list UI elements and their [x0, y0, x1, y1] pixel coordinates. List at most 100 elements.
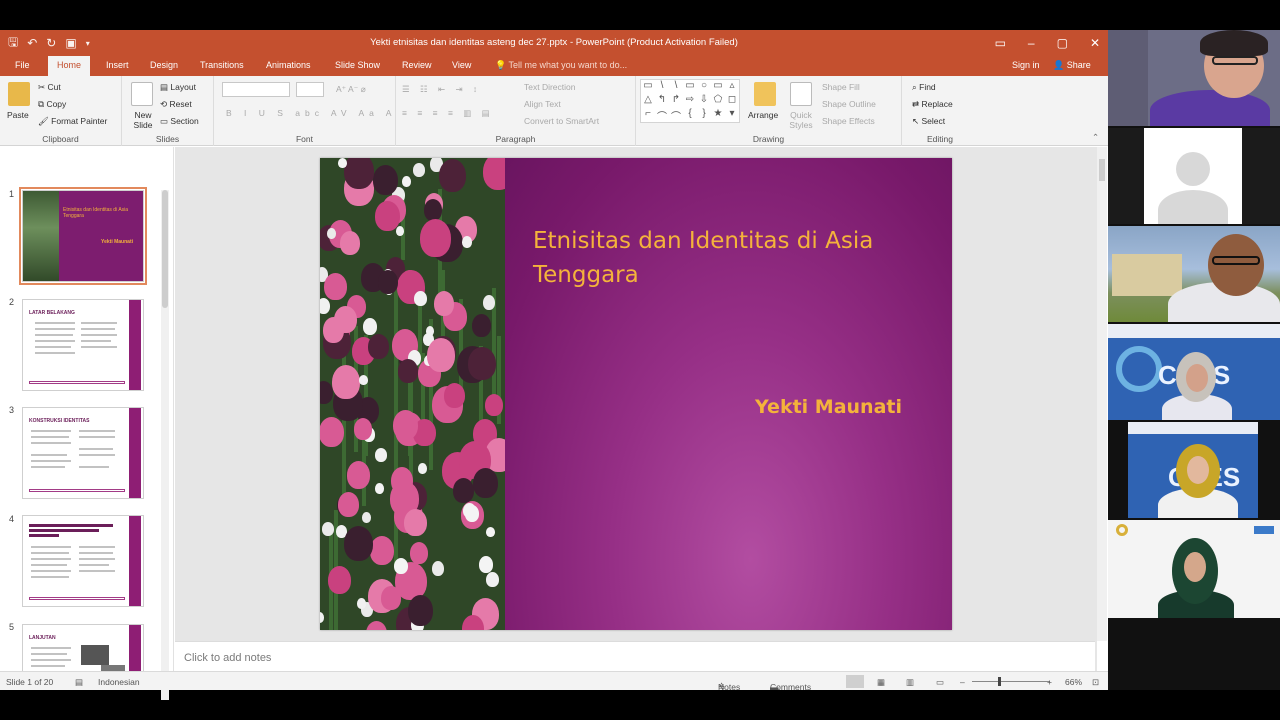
avatar-head: [1176, 152, 1210, 186]
scroll-thumb[interactable]: [1099, 159, 1105, 181]
cut-button[interactable]: ✂ Cut: [38, 82, 61, 93]
thumbnail-photo: [81, 645, 109, 665]
thumbnail-slide-4[interactable]: [22, 515, 144, 607]
slide-1[interactable]: Etnisitas dan Identitas di Asia Tenggara…: [320, 158, 952, 630]
tab-transitions[interactable]: Transitions: [200, 60, 244, 70]
share-button[interactable]: 👤 Share: [1053, 60, 1091, 71]
reading-view-icon[interactable]: ▥: [906, 677, 914, 688]
quick-styles-icon[interactable]: [790, 82, 812, 106]
normal-view-icon[interactable]: [846, 675, 864, 688]
layout-button[interactable]: ▤ Layout: [160, 82, 196, 93]
zoom-slider-thumb[interactable]: [998, 677, 1001, 686]
tab-review[interactable]: Review: [402, 60, 432, 70]
video-participant-6[interactable]: [1108, 520, 1280, 618]
slide-scrollbar[interactable]: [1097, 147, 1107, 641]
font-name-select[interactable]: [222, 82, 290, 97]
find-button[interactable]: ⌕ Find: [912, 82, 936, 93]
tab-home[interactable]: Home: [48, 56, 91, 76]
thumbnails-scrollbar[interactable]: [161, 190, 169, 700]
font-group: A⁺ A⁻ ⌀ B I U S abc AV Aa A Font: [214, 76, 396, 146]
video-participant-1[interactable]: [1108, 30, 1280, 126]
tell-me-search[interactable]: 💡 Tell me what you want to do...: [495, 60, 627, 71]
zoom-level[interactable]: 66%: [1065, 677, 1082, 687]
tab-slide-show[interactable]: Slide Show: [335, 60, 380, 70]
font-format-icons[interactable]: B I U S abc AV Aa A: [226, 108, 396, 118]
tulip-flower: [368, 334, 389, 359]
copy-button[interactable]: ⧉ Copy: [38, 99, 66, 110]
slideshow-icon[interactable]: ▭: [936, 677, 944, 688]
participant-face: [1208, 234, 1264, 296]
thumbnail-slide-2[interactable]: LATAR BELAKANG: [22, 299, 144, 391]
tab-insert[interactable]: Insert: [106, 60, 129, 70]
tulip-flower: [486, 572, 499, 587]
thumbnail-slide-3[interactable]: KONSTRUKSI IDENTITAS: [22, 407, 144, 499]
format-painter-button[interactable]: 🖌 Format Painter: [38, 116, 107, 127]
reset-button[interactable]: ⟲ Reset: [160, 99, 192, 110]
align-text-button[interactable]: Align Text: [524, 99, 561, 109]
zoom-in-icon[interactable]: +: [1047, 677, 1052, 687]
video-participant-2[interactable]: [1108, 128, 1280, 224]
ribbon-display-options-icon[interactable]: ▭: [995, 36, 1006, 50]
convert-smartart-button[interactable]: Convert to SmartArt: [524, 116, 599, 126]
shape-fill-button[interactable]: Shape Fill: [822, 82, 860, 92]
notes-pane[interactable]: Click to add notes: [175, 641, 1095, 671]
paragraph-label: Paragraph: [495, 134, 536, 144]
arrange-icon[interactable]: [754, 82, 776, 106]
text-direction-button[interactable]: Text Direction: [524, 82, 576, 92]
tulip-flower: [357, 598, 366, 609]
tab-animations[interactable]: Animations: [266, 60, 311, 70]
video-participant-3[interactable]: [1108, 226, 1280, 322]
replace-button[interactable]: ⇄ Replace: [912, 99, 953, 110]
language[interactable]: Indonesian: [98, 677, 140, 687]
clipboard-group: Paste ✂ Cut ⧉ Copy 🖌 Format Painter Clip…: [0, 76, 122, 146]
tab-design[interactable]: Design: [150, 60, 178, 70]
tulip-flower: [402, 176, 411, 187]
scroll-thumb[interactable]: [162, 190, 168, 308]
arrange-button[interactable]: Arrange: [748, 110, 778, 120]
shape-effects-button[interactable]: Shape Effects: [822, 116, 875, 126]
grow-font-icon[interactable]: A⁺ A⁻ ⌀: [336, 84, 366, 95]
tulip-flower: [338, 158, 347, 168]
tulip-flower: [344, 158, 374, 189]
notes-placeholder: Click to add notes: [184, 652, 272, 664]
spellcheck-icon[interactable]: ▤: [75, 677, 83, 688]
thumbnail-slide-1[interactable]: Etnisitas dan Identitas di Asia Tenggara…: [19, 187, 147, 285]
tulip-flower: [404, 509, 427, 536]
zoom-slider[interactable]: [972, 681, 1050, 682]
shapes-gallery[interactable]: ▭ \ \ ▭ ○ ▭ ▵ △ ↰ ↱ ⇨ ⇩ ⬠ ◻ ⌐ ⌒ ⌒{} ★ ▾: [640, 79, 740, 123]
select-button[interactable]: ↖ Select: [912, 116, 945, 127]
paste-icon[interactable]: [8, 82, 30, 106]
slide-thumbnails-pane: 1 Etnisitas dan Identitas di Asia Tengga…: [0, 147, 174, 671]
status-bar: Slide 1 of 20 ▤ Indonesian ≜ Notes ▬ Com…: [0, 671, 1108, 692]
slide-title[interactable]: Etnisitas dan Identitas di Asia Tenggara: [533, 224, 933, 292]
tulip-flower: [439, 159, 466, 192]
thumbnail-slide-5[interactable]: LANJUTAN: [22, 624, 144, 671]
font-size-select[interactable]: [296, 82, 324, 97]
thumbnail-heading: KONSTRUKSI IDENTITAS: [29, 418, 90, 424]
video-participant-5[interactable]: CCES: [1108, 422, 1280, 518]
powerpoint-window: 🖫 ↶ ↻ ▣ ▾ Yekti etnisitas dan identitas …: [0, 30, 1108, 700]
list-icons[interactable]: ☰ ☷ ⇤ ⇥ ↕: [402, 84, 481, 95]
tulip-flower: [393, 410, 418, 440]
tulip-flower: [483, 295, 495, 310]
align-icons[interactable]: ≡ ≡ ≡ ≡ ▥ ▤: [402, 108, 494, 119]
tulip-flower: [408, 595, 433, 626]
shape-outline-button[interactable]: Shape Outline: [822, 99, 876, 109]
new-slide-icon[interactable]: [131, 82, 153, 106]
collapse-ribbon-icon[interactable]: ⌃: [1092, 132, 1099, 143]
tab-view[interactable]: View: [452, 60, 471, 70]
paste-button[interactable]: Paste: [7, 110, 29, 120]
minimize-icon[interactable]: –: [1028, 36, 1035, 50]
slide-author[interactable]: Yekti Maunati: [755, 396, 902, 418]
close-icon[interactable]: ✕: [1090, 36, 1100, 50]
zoom-out-icon[interactable]: –: [960, 677, 965, 687]
slide-sorter-icon[interactable]: ▦: [877, 677, 885, 688]
maximize-icon[interactable]: ▢: [1057, 36, 1068, 50]
fit-slide-icon[interactable]: ⊡: [1092, 677, 1099, 688]
sign-in-link[interactable]: Sign in: [1012, 60, 1040, 70]
tab-file[interactable]: File: [15, 60, 30, 70]
video-participant-4[interactable]: CCES: [1108, 324, 1280, 420]
section-button[interactable]: ▭ Section: [160, 116, 199, 127]
quick-styles-button[interactable]: Quick Styles: [786, 110, 816, 130]
new-slide-button[interactable]: New Slide: [128, 110, 158, 130]
